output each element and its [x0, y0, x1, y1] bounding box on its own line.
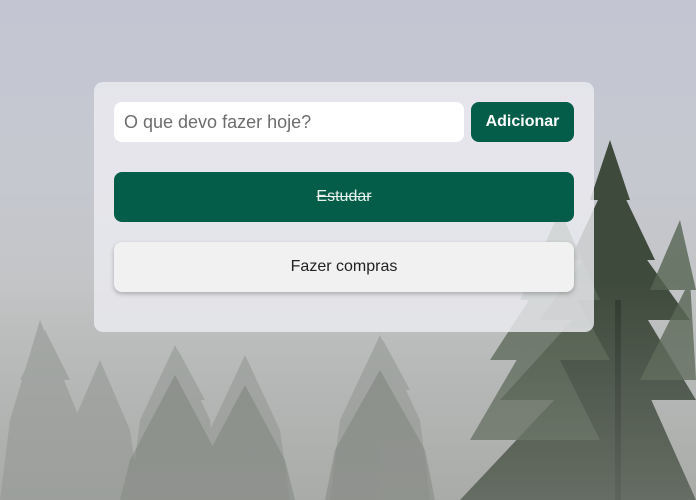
task-item-completed[interactable]: Estudar [114, 172, 574, 222]
task-item-pending[interactable]: Fazer compras [114, 242, 574, 292]
app-background: Adicionar Estudar Fazer compras [0, 0, 696, 500]
add-button[interactable]: Adicionar [471, 102, 574, 142]
add-task-form: Adicionar [114, 102, 574, 142]
todo-card: Adicionar Estudar Fazer compras [94, 82, 594, 332]
task-input[interactable] [114, 102, 464, 142]
